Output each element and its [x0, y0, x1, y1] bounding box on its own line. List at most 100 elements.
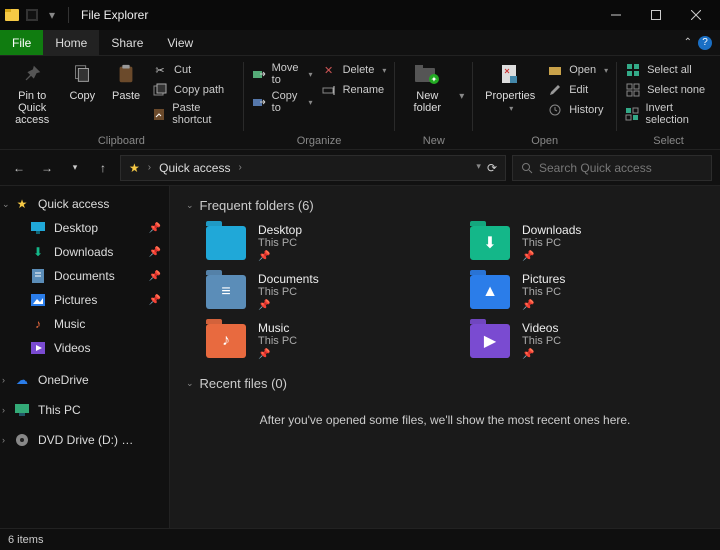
chevron-right-icon[interactable]: › — [2, 375, 5, 385]
select-none-icon — [625, 82, 641, 98]
folder-music[interactable]: ♪ Music This PC 📌 — [206, 321, 440, 360]
copy-to-button[interactable]: Copy to▾ — [252, 90, 313, 114]
properties-icon — [496, 60, 524, 88]
tab-home[interactable]: Home — [43, 30, 99, 55]
sidebar-label: Downloads — [54, 245, 113, 259]
folder-pictures[interactable]: ▲ Pictures This PC 📌 — [470, 272, 704, 311]
group-select-label: Select — [625, 133, 712, 147]
sidebar-item-desktop[interactable]: Desktop 📌 — [0, 216, 169, 240]
ribbon-tabs: File Home Share View ⌃ ? — [0, 30, 720, 56]
paste-shortcut-icon — [152, 106, 166, 122]
cut-button[interactable]: ✂Cut — [152, 62, 235, 78]
copy-path-button[interactable]: Copy path — [152, 82, 235, 98]
copy-icon — [68, 60, 96, 88]
pin-to-quick-access-button[interactable]: Pin to Quick access — [8, 60, 56, 126]
forward-button[interactable]: → — [36, 157, 58, 179]
qat-icon[interactable] — [24, 7, 40, 23]
search-input[interactable]: Search Quick access — [512, 155, 712, 181]
tab-view[interactable]: View — [155, 30, 205, 55]
tab-file[interactable]: File — [0, 30, 43, 55]
paste-icon — [112, 60, 140, 88]
pin-icon: 📌 — [522, 300, 565, 311]
folder-location: This PC — [522, 286, 565, 298]
copy-to-label: Copy to — [272, 90, 301, 114]
folder-videos[interactable]: ▶ Videos This PC 📌 — [470, 321, 704, 360]
up-button[interactable]: ↑ — [92, 157, 114, 179]
qat-dropdown-icon[interactable]: ▾ — [44, 7, 60, 23]
chevron-right-icon[interactable]: › — [2, 435, 5, 445]
rename-button[interactable]: Rename — [321, 82, 387, 98]
music-folder-icon: ♪ — [206, 324, 246, 358]
sidebar-item-downloads[interactable]: ⬇ Downloads 📌 — [0, 240, 169, 264]
sidebar-item-quick-access[interactable]: ⌄ ★ Quick access — [0, 192, 169, 216]
close-button[interactable] — [676, 0, 716, 30]
folder-name: Videos — [522, 321, 561, 335]
breadcrumb[interactable]: Quick access — [159, 161, 230, 175]
edit-button[interactable]: Edit — [547, 82, 608, 98]
address-input[interactable]: ★ › Quick access › ▾ ⟳ — [120, 155, 506, 181]
pin-icon: 📌 — [522, 251, 581, 262]
videos-icon — [30, 340, 46, 356]
ribbon: Pin to Quick access Copy Paste ✂Cut Copy… — [0, 56, 720, 150]
delete-icon: ✕ — [321, 62, 337, 78]
address-dropdown-icon[interactable]: ▾ — [476, 161, 481, 175]
select-all-icon — [625, 62, 641, 78]
delete-button[interactable]: ✕Delete▾ — [321, 62, 387, 78]
folder-location: This PC — [522, 237, 581, 249]
paste-shortcut-button[interactable]: Paste shortcut — [152, 102, 235, 126]
copy-button[interactable]: Copy — [64, 60, 100, 102]
sidebar-label: Pictures — [54, 293, 97, 307]
disc-icon — [14, 432, 30, 448]
folder-downloads[interactable]: ⬇ Downloads This PC 📌 — [470, 223, 704, 262]
pin-icon: 📌 — [522, 349, 561, 360]
tab-share[interactable]: Share — [99, 30, 155, 55]
folder-desktop[interactable]: Desktop This PC 📌 — [206, 223, 440, 262]
chevron-down-icon[interactable]: ⌄ — [2, 199, 10, 210]
minimize-button[interactable] — [596, 0, 636, 30]
maximize-button[interactable] — [636, 0, 676, 30]
recent-files-header[interactable]: ⌄ Recent files (0) — [186, 376, 704, 391]
sidebar-label: Videos — [54, 341, 90, 355]
new-item-dropdown[interactable]: ▾ — [459, 91, 464, 102]
ribbon-collapse-icon[interactable]: ⌃ — [684, 37, 692, 48]
invert-label: Invert selection — [645, 102, 712, 126]
sidebar-item-dvd[interactable]: › DVD Drive (D:) CC — [0, 428, 169, 452]
copy-path-icon — [152, 82, 168, 98]
star-icon: ★ — [14, 196, 30, 212]
desktop-folder-icon — [206, 226, 246, 260]
help-icon[interactable]: ? — [698, 36, 712, 50]
sidebar-item-documents[interactable]: Documents 📌 — [0, 264, 169, 288]
select-all-button[interactable]: Select all — [625, 62, 712, 78]
properties-button[interactable]: Properties ▾ — [481, 60, 539, 113]
select-none-button[interactable]: Select none — [625, 82, 712, 98]
sidebar-item-music[interactable]: ♪ Music — [0, 312, 169, 336]
invert-selection-button[interactable]: Invert selection — [625, 102, 712, 126]
recent-locations-button[interactable]: ▾ — [64, 157, 86, 179]
refresh-button[interactable]: ⟳ — [487, 161, 497, 175]
new-folder-button[interactable]: ✦ New folder — [403, 60, 451, 114]
chevron-right-icon[interactable]: › — [238, 162, 241, 173]
paste-label: Paste — [112, 90, 140, 102]
pin-icon: 📌 — [149, 247, 161, 258]
frequent-folders-header[interactable]: ⌄ Frequent folders (6) — [186, 198, 704, 213]
sidebar-item-videos[interactable]: Videos — [0, 336, 169, 360]
move-to-icon — [252, 66, 266, 82]
sidebar-item-pictures[interactable]: Pictures 📌 — [0, 288, 169, 312]
move-to-button[interactable]: Move to▾ — [252, 62, 313, 86]
download-icon: ⬇ — [30, 244, 46, 260]
chevron-right-icon[interactable]: › — [2, 405, 5, 415]
sidebar-label: OneDrive — [38, 373, 89, 387]
sidebar-item-this-pc[interactable]: › This PC — [0, 398, 169, 422]
pictures-icon — [30, 292, 46, 308]
pictures-folder-icon: ▲ — [470, 275, 510, 309]
svg-text:✦: ✦ — [431, 75, 438, 84]
folder-documents[interactable]: ≡ Documents This PC 📌 — [206, 272, 440, 311]
back-button[interactable]: ← — [8, 157, 30, 179]
paste-button[interactable]: Paste — [108, 60, 144, 102]
open-button[interactable]: Open▾ — [547, 62, 608, 78]
window-title: File Explorer — [81, 8, 148, 22]
new-folder-label: New folder — [403, 90, 451, 114]
sidebar-item-onedrive[interactable]: › ☁ OneDrive — [0, 368, 169, 392]
history-button[interactable]: History — [547, 102, 608, 118]
open-label: Open — [569, 64, 596, 76]
